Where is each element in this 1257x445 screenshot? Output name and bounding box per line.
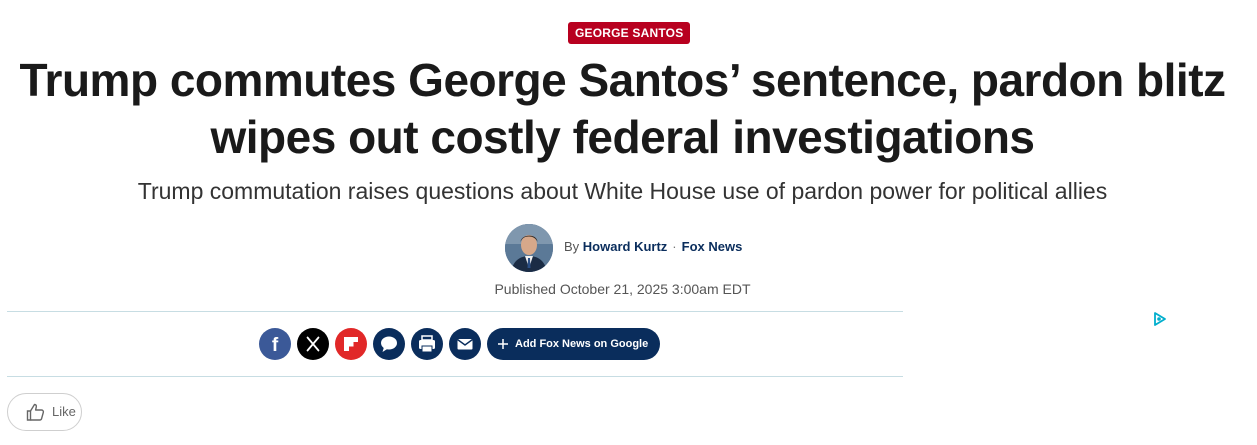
flipboard-icon: [344, 337, 358, 351]
flipboard-share-button[interactable]: [335, 328, 367, 360]
outlet-link[interactable]: Fox News: [682, 239, 743, 254]
x-icon: [306, 336, 320, 352]
author-link[interactable]: Howard Kurtz: [583, 239, 668, 254]
headline: Trump commutes George Santos’ sentence, …: [10, 52, 1235, 166]
add-fox-news-on-google-button[interactable]: Add Fox News on Google: [487, 328, 661, 360]
byline-prefix: By: [564, 239, 580, 254]
subheadline: Trump commutation raises questions about…: [137, 178, 1108, 204]
plus-icon: [498, 339, 508, 349]
comments-button[interactable]: [373, 328, 405, 360]
email-icon: [457, 338, 473, 350]
thumbs-up-icon: [26, 403, 45, 421]
share-bar: f Add Fox News on Google: [259, 328, 661, 360]
headline-line-2: wipes out costly federal investigations: [210, 111, 1035, 163]
author-avatar[interactable]: [505, 224, 553, 272]
byline: By Howard Kurtz · Fox News: [564, 239, 742, 255]
published-date: Published October 21, 2025 3:00am EDT: [494, 281, 751, 297]
byline-separator: ·: [672, 239, 677, 254]
like-button[interactable]: Like: [7, 393, 82, 431]
comments-icon: [381, 336, 397, 352]
add-fox-news-on-google-label: Add Fox News on Google: [515, 338, 649, 350]
topic-tag[interactable]: GEORGE SANTOS: [568, 22, 691, 44]
email-share-button[interactable]: [449, 328, 481, 360]
share-divider-top: [7, 311, 903, 312]
adchoices-icon[interactable]: [1152, 311, 1168, 327]
print-icon: [419, 335, 435, 353]
headline-line-1: Trump commutes George Santos’ sentence, …: [19, 54, 1226, 106]
print-button[interactable]: [411, 328, 443, 360]
author-photo: [505, 224, 553, 272]
svg-text:f: f: [272, 335, 279, 356]
x-share-button[interactable]: [297, 328, 329, 360]
like-label: Like: [52, 404, 76, 419]
share-divider-bottom: [7, 376, 903, 377]
facebook-icon: f: [272, 335, 279, 356]
facebook-share-button[interactable]: f: [259, 328, 291, 360]
